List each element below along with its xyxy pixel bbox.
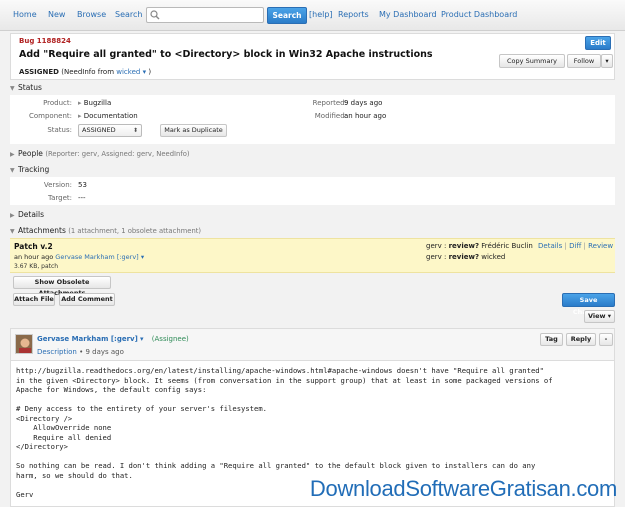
tracking-section-title: Tracking (18, 165, 50, 174)
attachment-author-link[interactable]: Gervase Markham [:gerv] (55, 253, 138, 261)
show-obsolete-attachments-button[interactable]: Show Obsolete Attachments (13, 276, 111, 297)
edit-button[interactable]: Edit (585, 36, 611, 50)
attachment-time: an hour ago (14, 253, 54, 261)
mark-as-duplicate-button[interactable]: Mark as Duplicate (160, 124, 227, 137)
nav-browse-link[interactable]: Browse (77, 10, 106, 19)
target-label: Target: (47, 194, 72, 202)
expand-triangle-icon: ▶ (10, 212, 15, 219)
assignee-tag: (Assignee) (151, 335, 189, 343)
save-changes-button[interactable]: Save Changes (562, 293, 615, 316)
view-menu-button[interactable]: View ▾ (584, 310, 615, 323)
reported-label: Reported: (312, 99, 347, 107)
product-label: Product: (43, 99, 72, 107)
author-chevron-icon: ▾ (140, 253, 145, 261)
nav-search-link[interactable]: Search (115, 10, 142, 19)
people-section-header[interactable]: ▶ People (Reporter: gerv, Assigned: gerv,… (10, 149, 615, 160)
details-section-header[interactable]: ▶ Details (10, 210, 615, 221)
top-nav-bar: Home New Browse Search Search [help] Rep… (0, 0, 625, 31)
needinfo-text: (NeedInfo from (61, 68, 115, 76)
product-value[interactable]: ▸ Bugzilla (78, 99, 111, 107)
avatar (15, 334, 33, 354)
needinfo-chevron-icon: ▾ (142, 68, 147, 76)
review-flag-1: gerv : review? Frédéric Buclin (426, 242, 533, 250)
more-menu-button[interactable]: ▾ (601, 54, 613, 68)
watermark: DownloadSoftwareGratisan.com (309, 476, 617, 501)
nav-home-link[interactable]: Home (13, 10, 37, 19)
bug-id-link[interactable]: Bug 1188824 (19, 37, 71, 45)
comment-author-link[interactable]: Gervase Markham [:gerv] (37, 335, 138, 343)
attachment-review-link[interactable]: Review (588, 242, 613, 250)
attachment-actions: Details | Diff | Review (538, 242, 614, 250)
people-section-title: People (18, 149, 43, 158)
attach-file-button[interactable]: Attach File (13, 293, 55, 306)
quicksearch-input[interactable] (146, 7, 264, 23)
expand-triangle-icon: ▶ (10, 151, 15, 158)
tracking-section-body: Version: 53 Target: --- (10, 177, 615, 205)
collapse-triangle-icon: ▼ (10, 228, 15, 235)
status-section-body: Product: ▸ Bugzilla Component: ▸ Documen… (10, 95, 615, 144)
needinfo-close: ) (148, 68, 152, 76)
attachment-name-link[interactable]: Patch v.2 (14, 242, 53, 251)
tracking-section-header[interactable]: ▼ Tracking (10, 165, 615, 176)
people-summary: (Reporter: gerv, Assigned: gerv, NeedInf… (45, 150, 190, 158)
tag-button[interactable]: Tag (540, 333, 563, 346)
attachments-section-title: Attachments (18, 226, 66, 235)
status-label: Status: (47, 126, 72, 134)
bug-status-word: ASSIGNED (19, 68, 59, 76)
comment-author-line: Gervase Markham [:gerv] ▾ (Assignee) (37, 335, 189, 343)
modified-label: Modified: (314, 112, 347, 120)
nav-new-link[interactable]: New (48, 10, 65, 19)
attachments-section-header[interactable]: ▼ Attachments (1 attachment, 1 obsolete a… (10, 226, 615, 237)
comment-meta-line: Description • 9 days ago (37, 348, 124, 356)
collapse-comment-button[interactable]: - (599, 333, 613, 346)
select-arrows-icon: ⬍ (132, 127, 138, 134)
bug-title: Add "Require all granted" to <Directory>… (19, 49, 433, 60)
attachments-summary: (1 attachment, 1 obsolete attachment) (68, 227, 202, 235)
status-section-title: Status (18, 83, 42, 92)
nav-my-dashboard-link[interactable]: My Dashboard (379, 10, 437, 19)
target-value: --- (78, 194, 86, 202)
version-value: 53 (78, 181, 87, 189)
attachment-row: Patch v.2 an hour ago Gervase Markham [:… (10, 238, 615, 273)
nav-reports-link[interactable]: Reports (338, 10, 369, 19)
description-link[interactable]: Description (37, 348, 77, 356)
status-select[interactable]: ASSIGNED ⬍ (78, 124, 142, 137)
status-select-value: ASSIGNED (82, 126, 116, 134)
status-section-header[interactable]: ▼ Status (10, 83, 615, 94)
modified-value: an hour ago (344, 112, 387, 120)
component-label: Component: (29, 112, 72, 120)
reported-value: 9 days ago (344, 99, 383, 107)
add-comment-button[interactable]: Add Comment (59, 293, 115, 306)
details-section-title: Details (18, 210, 45, 219)
bug-status-line: ASSIGNED (NeedInfo from wicked ▾ ) (19, 68, 151, 76)
comment-header: Gervase Markham [:gerv] ▾ (Assignee) Des… (10, 328, 615, 361)
author-chevron-icon: ▾ (140, 335, 144, 343)
nav-product-dashboard-link[interactable]: Product Dashboard (441, 10, 517, 19)
component-value[interactable]: ▸ Documentation (78, 112, 138, 120)
follow-button[interactable]: Follow (567, 54, 601, 68)
avatar-image (16, 335, 32, 353)
collapse-triangle-icon: ▼ (10, 85, 15, 92)
search-icon (150, 10, 160, 20)
attachment-meta: an hour ago Gervase Markham [:gerv] ▾ (14, 253, 144, 261)
nav-help-link[interactable]: [help] (309, 10, 333, 19)
collapse-triangle-icon: ▼ (10, 167, 15, 174)
needinfo-user-link[interactable]: wicked (116, 68, 140, 76)
bug-header-panel: Bug 1188824 Add "Require all granted" to… (10, 33, 615, 80)
copy-summary-button[interactable]: Copy Summary (499, 54, 565, 68)
search-button[interactable]: Search (267, 7, 307, 24)
attachment-details-link[interactable]: Details (538, 242, 562, 250)
version-label: Version: (43, 181, 72, 189)
review-flag-2: gerv : review? wicked (426, 253, 506, 261)
reply-button[interactable]: Reply (566, 333, 596, 346)
attachment-size: 3.67 KB, patch (14, 263, 59, 270)
attachment-diff-link[interactable]: Diff (569, 242, 581, 250)
comment-time: • 9 days ago (79, 348, 124, 356)
